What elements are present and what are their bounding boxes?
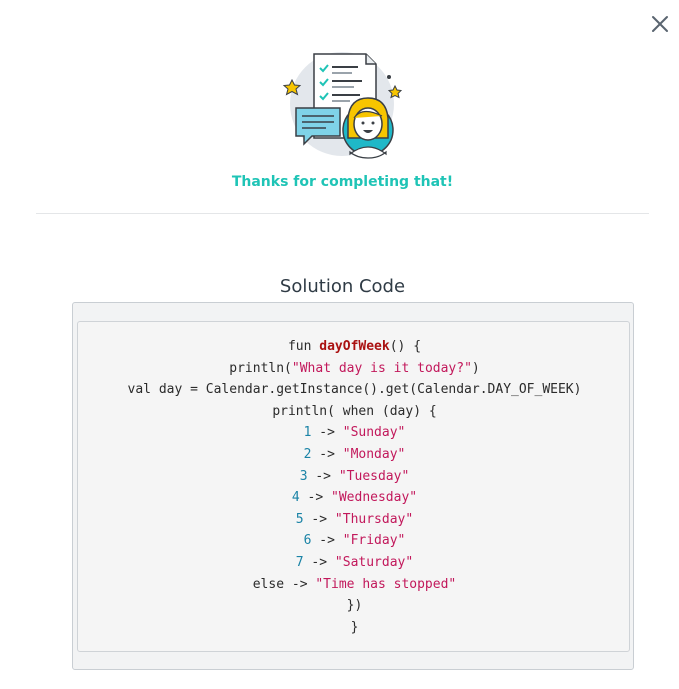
- code-text-fragment: ): [471, 360, 480, 376]
- code-text-fragment: () {: [389, 339, 422, 354]
- code-text: fun dayOfWeek() { println("What day is i…: [68, 336, 641, 638]
- code-case-line: 2 -> "Monday": [68, 444, 641, 466]
- code-text-fragment: println(: [229, 360, 292, 376]
- code-line: println( when (day) {: [272, 403, 437, 419]
- divider: [36, 213, 649, 214]
- code-string: "Saturday": [334, 554, 414, 570]
- code-string: "Sunday": [342, 425, 406, 441]
- code-arrow: ->: [303, 511, 335, 527]
- code-arrow: ->: [299, 490, 332, 506]
- completion-illustration: [280, 46, 406, 162]
- code-line: }: [350, 619, 359, 635]
- code-case-line: 1 -> "Sunday": [68, 422, 641, 444]
- code-block[interactable]: fun dayOfWeek() { println("What day is i…: [77, 321, 630, 652]
- code-number: 5: [295, 511, 304, 527]
- code-case-line: 4 -> "Wednesday": [68, 487, 641, 509]
- code-case-line: 3 -> "Tuesday": [68, 466, 641, 488]
- code-arrow: ->: [303, 554, 335, 570]
- code-string: "Time has stopped": [315, 576, 457, 592]
- code-line: fun dayOfWeek() {: [68, 336, 641, 358]
- code-string: "Thursday": [334, 511, 414, 527]
- code-arrow: ->: [311, 425, 343, 441]
- code-arrow: ->: [311, 533, 343, 549]
- code-arrow: ->: [311, 446, 343, 462]
- code-number: 4: [291, 490, 300, 506]
- code-number: 7: [295, 554, 304, 570]
- code-line: }): [346, 598, 363, 614]
- solution-title: Solution Code: [279, 276, 406, 297]
- code-line: println("What day is it today?"): [68, 358, 641, 380]
- code-number: 3: [299, 468, 308, 484]
- code-arrow: ->: [307, 468, 339, 484]
- close-icon[interactable]: [648, 12, 672, 36]
- code-text-fragment: else ->: [252, 576, 316, 592]
- code-string: "What day is it today?": [291, 360, 472, 376]
- code-string: "Tuesday": [338, 468, 410, 484]
- code-line: val day = Calendar.getInstance().get(Cal…: [127, 382, 582, 398]
- solution-panel: fun dayOfWeek() { println("What day is i…: [72, 302, 634, 670]
- code-string: "Monday": [342, 446, 406, 462]
- code-keyword: fun: [287, 339, 320, 354]
- code-function-name: dayOfWeek: [319, 339, 390, 354]
- thanks-message: Thanks for completing that!: [231, 174, 454, 190]
- code-case-line: 6 -> "Friday": [68, 530, 641, 552]
- code-string: "Wednesday": [331, 490, 418, 506]
- code-case-line: 5 -> "Thursday": [68, 509, 641, 531]
- code-line: else -> "Time has stopped": [68, 574, 641, 596]
- code-string: "Friday": [342, 533, 406, 549]
- code-case-line: 7 -> "Saturday": [68, 552, 641, 574]
